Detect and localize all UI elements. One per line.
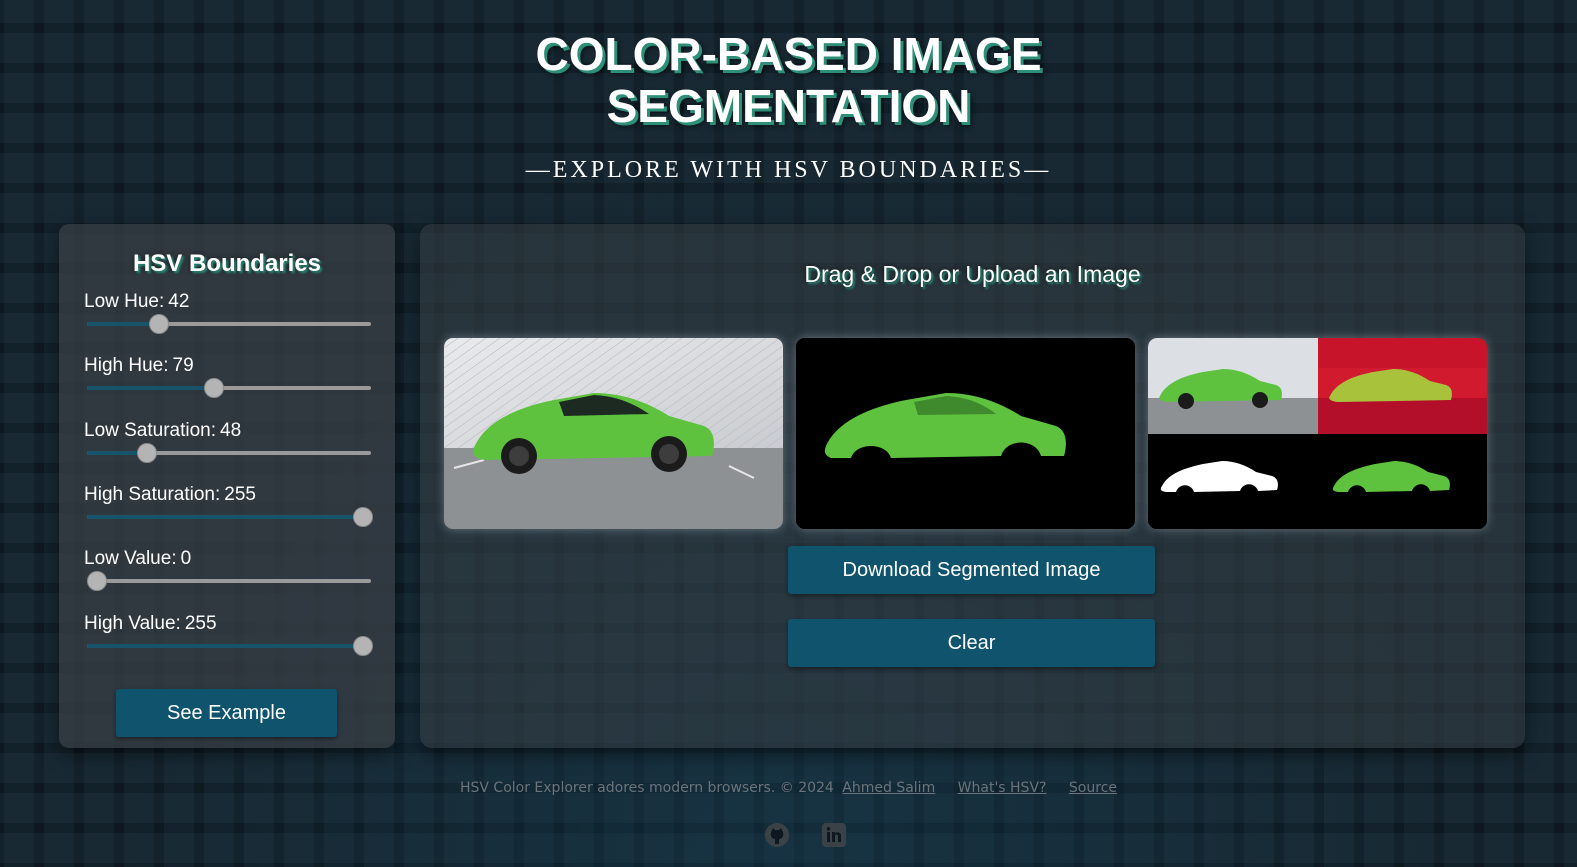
- high-saturation-label: High Saturation: 255: [84, 483, 374, 507]
- high-hue-slider-group: High Hue: 79: [84, 354, 374, 398]
- linkedin-icon-glyph: [822, 823, 846, 847]
- see-example-button[interactable]: See Example: [116, 689, 337, 737]
- slider-label-text: Low Hue:: [84, 291, 165, 312]
- clear-button[interactable]: Clear: [788, 619, 1155, 667]
- title-line-1: COLOR-BASED IMAGE: [535, 28, 1042, 80]
- image-workspace[interactable]: Drag & Drop or Upload an Image Download …: [420, 224, 1525, 748]
- slider-label-text: High Saturation:: [84, 484, 221, 505]
- original-image: [444, 338, 783, 529]
- download-segmented-button[interactable]: Download Segmented Image: [788, 546, 1155, 594]
- slider-value: 48: [220, 420, 242, 441]
- author-link[interactable]: Ahmed Salim: [842, 780, 935, 796]
- high-value-label: High Value: 255: [84, 612, 374, 636]
- slider-value: 79: [172, 355, 194, 376]
- hsv-controls-panel: HSV Boundaries Low Hue: 42 High Hue: 79 Lo…: [59, 224, 395, 748]
- slider-label-text: Low Saturation:: [84, 420, 217, 441]
- whats-hsv-link[interactable]: What's HSV?: [958, 780, 1047, 796]
- slider-label-text: High Value:: [84, 613, 181, 634]
- slider-fill: [87, 386, 214, 390]
- composite-image: [1148, 338, 1487, 529]
- hsv-heading: HSV Boundaries: [132, 250, 322, 277]
- slider-value: 255: [224, 484, 256, 505]
- low-value-label: Low Value: 0: [84, 547, 374, 571]
- page-subtitle: —EXPLORE WITH HSV BOUNDARIES—: [525, 157, 1052, 183]
- github-icon-glyph: [765, 823, 789, 847]
- slider-thumb[interactable]: [87, 571, 107, 591]
- title-line-2: SEGMENTATION: [606, 80, 971, 132]
- slider-thumb[interactable]: [353, 636, 373, 656]
- slider-thumb[interactable]: [137, 443, 158, 463]
- high-saturation-slider[interactable]: [87, 507, 373, 527]
- source-link[interactable]: Source: [1069, 780, 1117, 796]
- low-hue-slider[interactable]: [87, 314, 371, 334]
- slider-thumb[interactable]: [353, 507, 373, 527]
- segmented-car-mask: [796, 338, 1135, 529]
- composite-grid: [1148, 338, 1487, 529]
- high-hue-label: High Hue: 79: [84, 354, 374, 378]
- slider-thumb[interactable]: [204, 378, 225, 398]
- high-hue-slider[interactable]: [87, 378, 371, 398]
- footer: HSV Color Explorer adores modern browser…: [0, 780, 1577, 796]
- slider-thumb[interactable]: [149, 314, 170, 334]
- low-value-slider[interactable]: [87, 571, 371, 591]
- low-value-slider-group: Low Value: 0: [84, 547, 374, 591]
- linkedin-icon[interactable]: [821, 822, 847, 848]
- slider-value: 255: [184, 613, 217, 634]
- slider-label-text: Low Value:: [84, 548, 177, 569]
- low-saturation-label: Low Saturation: 48: [84, 419, 374, 443]
- original-car-photo: [444, 338, 783, 529]
- high-saturation-slider-group: High Saturation: 255: [84, 483, 374, 527]
- slider-value: 0: [180, 548, 192, 569]
- drop-zone-heading: Drag & Drop or Upload an Image: [804, 261, 1141, 287]
- low-hue-slider-group: Low Hue: 42: [84, 290, 374, 334]
- slider-fill: [87, 322, 159, 326]
- low-saturation-slider[interactable]: [87, 443, 371, 463]
- low-saturation-slider-group: Low Saturation: 48: [84, 419, 374, 463]
- segmented-image: [796, 338, 1135, 529]
- high-value-slider-group: High Value: 255: [84, 612, 374, 656]
- slider-fill: [87, 515, 362, 519]
- low-hue-label: Low Hue: 42: [84, 290, 374, 314]
- footer-text: HSV Color Explorer adores modern browser…: [459, 780, 834, 796]
- slider-fill: [87, 644, 362, 648]
- github-icon[interactable]: [764, 822, 790, 848]
- page-title: COLOR-BASED IMAGE SEGMENTATION: [0, 28, 1577, 132]
- slider-value: 42: [168, 291, 190, 312]
- slider-label-text: High Hue:: [84, 355, 169, 376]
- high-value-slider[interactable]: [87, 636, 373, 656]
